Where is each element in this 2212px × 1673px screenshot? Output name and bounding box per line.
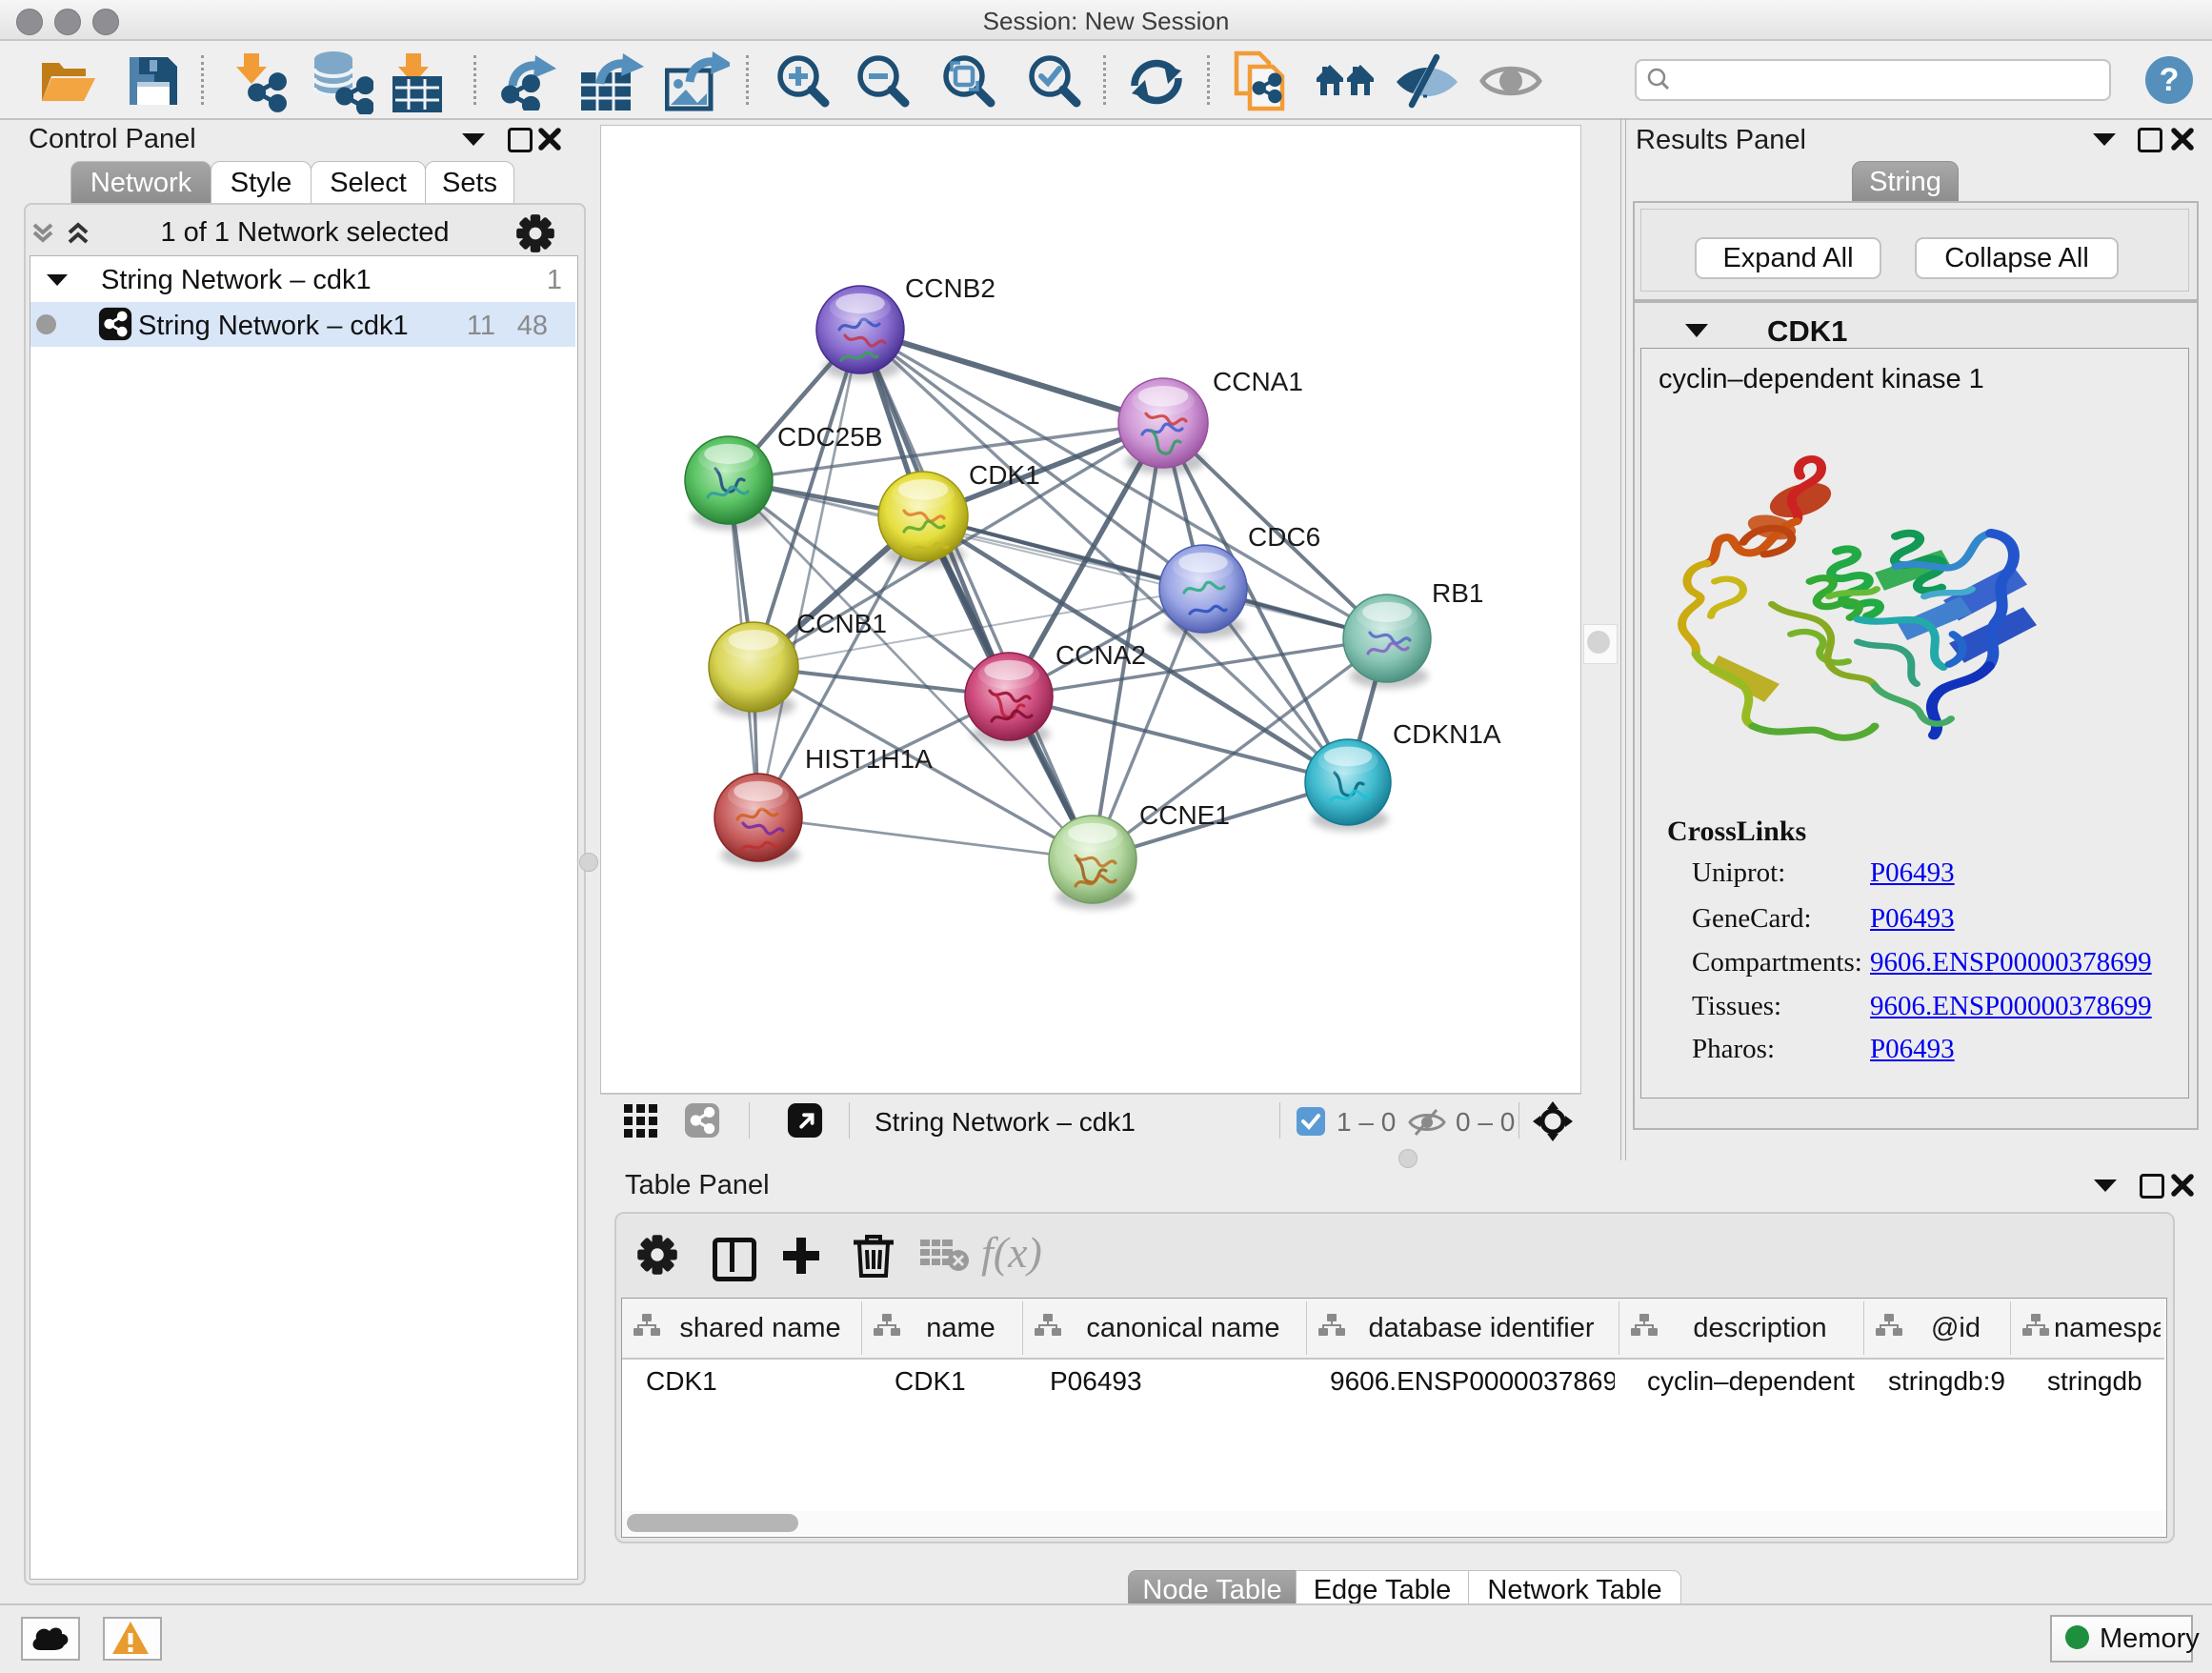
svg-text:CDC25B: CDC25B [777, 422, 882, 452]
svg-text:CDC6: CDC6 [1248, 522, 1320, 552]
svg-text:CCNB1: CCNB1 [796, 609, 887, 638]
svg-text:RB1: RB1 [1432, 578, 1483, 608]
svg-text:CDK1: CDK1 [969, 460, 1040, 490]
svg-text:CCNB2: CCNB2 [905, 273, 995, 303]
svg-text:CCNA1: CCNA1 [1213, 367, 1303, 396]
svg-text:CCNA2: CCNA2 [1056, 640, 1146, 670]
svg-text:HIST1H1A: HIST1H1A [805, 744, 933, 774]
svg-text:CCNE1: CCNE1 [1139, 800, 1230, 830]
svg-text:CDKN1A: CDKN1A [1393, 719, 1501, 749]
